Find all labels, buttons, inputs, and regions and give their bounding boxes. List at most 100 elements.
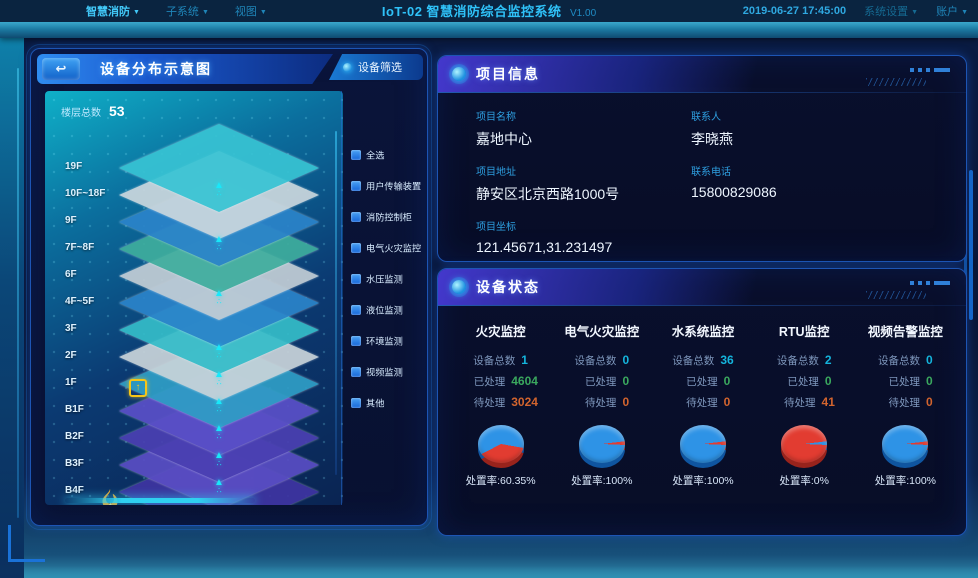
status-row-value: 0 bbox=[622, 374, 629, 388]
status-row-label: 设备总数 bbox=[878, 351, 920, 371]
filter-label: 电气火灾监控 bbox=[366, 241, 421, 255]
status-row-label: 待处理 bbox=[463, 393, 505, 413]
status-row-total: 设备总数2 bbox=[754, 350, 855, 371]
nav-menu-视图[interactable]: 视图▼ bbox=[235, 3, 267, 19]
checkbox-icon[interactable] bbox=[351, 150, 361, 160]
floor-label: 10F~18F bbox=[65, 188, 123, 199]
sprinkler-icon: ▲∴ bbox=[210, 398, 228, 414]
account-menu[interactable]: 账户 ▼ bbox=[936, 3, 968, 19]
status-row-label: 设备总数 bbox=[777, 351, 819, 371]
status-row-value: 3024 bbox=[511, 395, 538, 409]
floor-label: 9F bbox=[65, 215, 123, 226]
corner-bracket-decoration bbox=[8, 525, 45, 562]
back-icon: ↩ bbox=[56, 61, 67, 77]
filter-item-环境监测[interactable]: 环境监测 bbox=[351, 333, 421, 348]
panel-header: 设备状态 bbox=[438, 269, 966, 305]
info-field: 联系人李晓燕 bbox=[691, 108, 906, 149]
disposal-rate-label: 处置率:100% bbox=[551, 473, 652, 488]
status-column-title: 水系统监控 bbox=[652, 321, 753, 340]
checkbox-icon[interactable] bbox=[351, 305, 361, 315]
topbar: 智慧消防▼子系统▼视图▼ IoT-02 智慧消防综合监控系统 V1.00 201… bbox=[0, 0, 978, 22]
dashboard: 智慧消防▼子系统▼视图▼ IoT-02 智慧消防综合监控系统 V1.00 201… bbox=[0, 0, 978, 578]
pie-top bbox=[478, 425, 524, 463]
window-dots-decoration bbox=[910, 68, 950, 72]
topbar-right: 2019-06-27 17:45:00 系统设置 ▼ 账户 ▼ bbox=[743, 3, 968, 19]
floor-label: B2F bbox=[65, 431, 123, 442]
status-row-value: 0 bbox=[926, 395, 933, 409]
status-row-value: 0 bbox=[926, 374, 933, 388]
field-label: 项目坐标 bbox=[476, 218, 691, 233]
status-row-processed: 已处理0 bbox=[551, 371, 652, 392]
nav-menu-智慧消防[interactable]: 智慧消防▼ bbox=[86, 3, 140, 19]
chevron-down-icon: ▼ bbox=[911, 9, 918, 16]
panel-title: 项目信息 bbox=[476, 64, 540, 84]
disposal-rate-label: 处置率:100% bbox=[652, 473, 753, 488]
floor-total: 楼层总数53 bbox=[61, 103, 125, 119]
filter-item-全选[interactable]: 全选 bbox=[351, 147, 421, 162]
disposal-rate-label: 处置率:0% bbox=[754, 473, 855, 488]
filter-label: 视频监测 bbox=[366, 365, 403, 379]
checkbox-icon[interactable] bbox=[351, 274, 361, 284]
status-row-label: 已处理 bbox=[463, 372, 505, 392]
status-row-value: 36 bbox=[720, 353, 733, 367]
status-column-火灾监控: 火灾监控设备总数1已处理4604待处理3024处置率:60.35% bbox=[450, 315, 551, 488]
floor-stack: 19F10F~18F▲∴9F7F~8F▲∴6F4F~5F▲∴3F2F▲∴1F▲∴… bbox=[45, 91, 343, 505]
field-value: 静安区北京西路1000号 bbox=[476, 184, 691, 204]
back-button[interactable]: ↩ bbox=[42, 58, 80, 80]
status-row-label: 已处理 bbox=[676, 372, 718, 392]
checkbox-icon[interactable] bbox=[351, 243, 361, 253]
filter-item-其他[interactable]: 其他 bbox=[351, 395, 421, 410]
pie-top bbox=[680, 425, 726, 463]
dot-icon bbox=[452, 67, 466, 81]
device-filter-tab[interactable]: 设备筛选 bbox=[329, 54, 423, 80]
floor-layer bbox=[119, 124, 319, 212]
account-label: 账户 bbox=[936, 3, 958, 19]
topbar-accent-bar bbox=[0, 22, 978, 38]
status-column-title: 火灾监控 bbox=[450, 321, 551, 340]
field-value: 15800829086 bbox=[691, 184, 906, 200]
settings-menu[interactable]: 系统设置 ▼ bbox=[864, 3, 918, 19]
info-field: 项目名称嘉地中心 bbox=[476, 108, 691, 149]
status-row-label: 待处理 bbox=[676, 393, 718, 413]
filter-tab-label: 设备筛选 bbox=[358, 59, 402, 75]
filter-item-消防控制柜[interactable]: 消防控制柜 bbox=[351, 209, 421, 224]
filter-item-液位监测[interactable]: 液位监测 bbox=[351, 302, 421, 317]
checkbox-icon[interactable] bbox=[351, 367, 361, 377]
window-dots-decoration bbox=[910, 281, 950, 285]
filter-item-电气火灾监控[interactable]: 电气火灾监控 bbox=[351, 240, 421, 255]
floor-label: B3F bbox=[65, 458, 123, 469]
sprinkler-icon: ▲∴ bbox=[210, 344, 228, 360]
filter-item-水压监测[interactable]: 水压监测 bbox=[351, 271, 421, 286]
checkbox-icon[interactable] bbox=[351, 398, 361, 408]
filter-item-视频监测[interactable]: 视频监测 bbox=[351, 364, 421, 379]
floor-total-label: 楼层总数 bbox=[61, 108, 101, 119]
floor-label: 7F~8F bbox=[65, 242, 123, 253]
checkbox-icon[interactable] bbox=[351, 181, 361, 191]
disposal-rate-pie bbox=[579, 425, 625, 469]
info-field: 项目坐标121.45671,31.231497 bbox=[476, 218, 691, 255]
status-column-水系统监控: 水系统监控设备总数36已处理0待处理0处置率:100% bbox=[652, 315, 753, 488]
bottom-glow-decoration bbox=[0, 566, 978, 578]
floor-label: 4F~5F bbox=[65, 296, 123, 307]
project-info-panel: 项目信息 项目名称嘉地中心联系人李晓燕项目地址静安区北京西路1000号联系电话1… bbox=[437, 55, 967, 262]
filter-item-用户传输装置[interactable]: 用户传输装置 bbox=[351, 178, 421, 193]
panel-body: 楼层总数53 19F10F~18F▲∴9F7F~8F▲∴6F4F~5F▲∴3F2… bbox=[37, 91, 421, 517]
status-row-label: 设备总数 bbox=[473, 351, 515, 371]
disposal-rate-pie bbox=[680, 425, 726, 469]
device-filter-list: 全选用户传输装置消防控制柜电气火灾监控水压监测液位监测环境监测视频监测其他 bbox=[341, 91, 421, 505]
checkbox-icon[interactable] bbox=[351, 336, 361, 346]
nav-menu-子系统[interactable]: 子系统▼ bbox=[166, 3, 209, 19]
floor-label: 6F bbox=[65, 269, 123, 280]
status-column-title: RTU监控 bbox=[754, 321, 855, 340]
checkbox-icon[interactable] bbox=[351, 212, 361, 222]
sprinkler-icon: ▲∴ bbox=[210, 425, 228, 441]
info-field: 项目地址静安区北京西路1000号 bbox=[476, 163, 691, 204]
nav-menu-label: 子系统 bbox=[166, 3, 199, 19]
filter-label: 环境监测 bbox=[366, 334, 403, 348]
status-row-processed: 已处理0 bbox=[754, 371, 855, 392]
datetime: 2019-06-27 17:45:00 bbox=[743, 5, 846, 17]
device-status-panel: 设备状态 火灾监控设备总数1已处理4604待处理3024处置率:60.35%电气… bbox=[437, 268, 967, 536]
sprinkler-icon: ▲∴ bbox=[210, 371, 228, 387]
filter-label: 用户传输装置 bbox=[366, 179, 421, 193]
status-row-processed: 已处理0 bbox=[652, 371, 753, 392]
